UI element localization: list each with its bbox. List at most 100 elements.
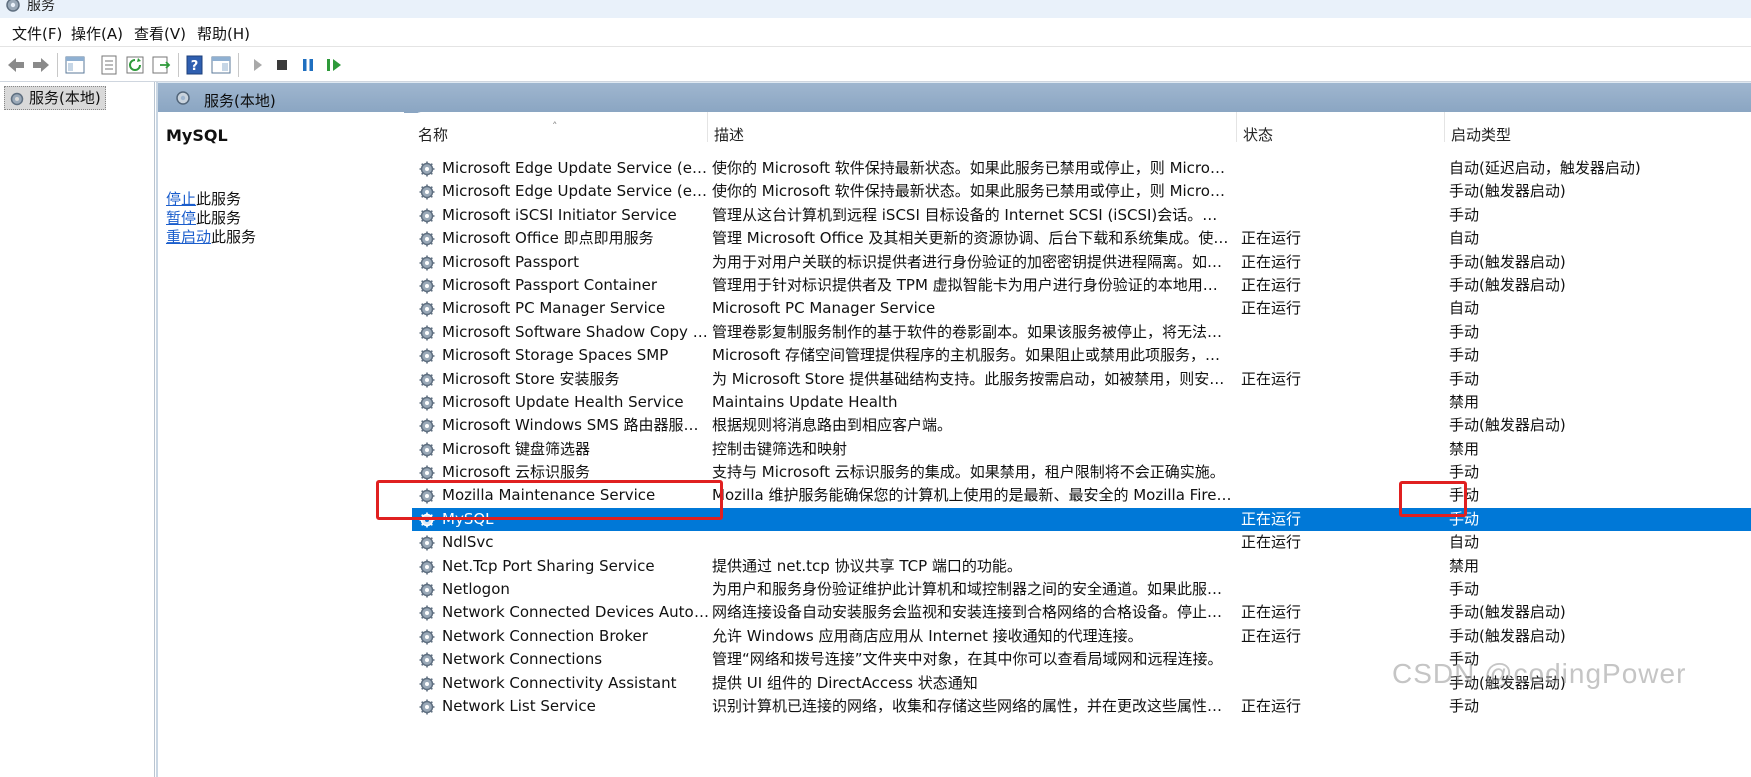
tree-item-label: 服务(本地) xyxy=(29,89,101,107)
service-description: 管理卷影复制服务制作的基于软件的卷影副本。如果该服务被停止，将无法管理基于... xyxy=(712,322,1232,341)
service-row[interactable]: Microsoft Store 安装服务 为 Microsoft Store 提供… xyxy=(412,368,1751,391)
service-row[interactable]: Microsoft Edge Update Service (edgeupdat… xyxy=(412,157,1751,180)
service-gear-icon xyxy=(419,559,435,575)
service-row[interactable]: Microsoft 云标识服务 支持与 Microsoft 云标识服务的集成。如果… xyxy=(412,461,1751,484)
toolbar: ? xyxy=(0,47,1751,82)
help-icon[interactable]: ? xyxy=(184,54,206,76)
properties-icon[interactable] xyxy=(98,54,120,76)
service-startup-type: 手动 xyxy=(1449,205,1480,224)
console-icon[interactable] xyxy=(210,54,232,76)
extended-description-panel: MySQL 停止此服务 暂停此服务 重启动此服务 xyxy=(158,112,404,777)
service-row[interactable]: Microsoft Passport 为用于对用户关联的标识提供者进行身份验证的加… xyxy=(412,251,1751,274)
service-row[interactable]: Network Connections 管理“网络和拨号连接”文件夹中对象，在其中… xyxy=(412,648,1751,671)
action-suffix: 此服务 xyxy=(196,190,242,208)
service-row[interactable]: NdlSvc 正在运行 自动 xyxy=(412,531,1751,554)
service-description: 为 Microsoft Store 提供基础结构支持。此服务按需启动，如被禁用，… xyxy=(712,369,1232,388)
service-gear-icon xyxy=(419,208,435,224)
show-hide-tree-icon[interactable] xyxy=(64,54,86,76)
column-header-startup-label: 启动类型 xyxy=(1451,126,1512,144)
service-row[interactable]: Microsoft Edge Update Service (edgeupdat… xyxy=(412,180,1751,203)
pause-service-link[interactable]: 暂停 xyxy=(166,209,196,227)
service-gear-icon xyxy=(419,488,435,504)
service-description: Maintains Update Health xyxy=(712,392,898,411)
service-status: 正在运行 xyxy=(1241,229,1302,248)
service-row[interactable]: Microsoft Storage Spaces SMP Microsoft 存储… xyxy=(412,344,1751,367)
service-row[interactable]: Mozilla Maintenance Service Mozilla 维护服务能… xyxy=(412,484,1751,507)
menu-action[interactable]: 操作(A) xyxy=(71,23,123,44)
menu-file[interactable]: 文件(F) xyxy=(12,23,62,44)
pane-header-title: 服务(本地) xyxy=(204,92,276,110)
service-gear-icon xyxy=(419,418,435,434)
service-startup-type: 手动(触发器启动) xyxy=(1449,252,1566,271)
service-description: 为用于对用户关联的标识提供者进行身份验证的加密密钥提供进程隔离。如果禁用了... xyxy=(712,252,1232,271)
service-rows: Microsoft Edge Update Service (edgeupdat… xyxy=(412,157,1751,718)
service-row[interactable]: Network List Service 识别计算机已连接的网络，收集和存储这些网… xyxy=(412,695,1751,718)
forward-icon[interactable] xyxy=(30,54,52,76)
refresh-icon[interactable] xyxy=(124,54,146,76)
service-status: 正在运行 xyxy=(1241,696,1302,715)
service-name: Microsoft Storage Spaces SMP xyxy=(442,346,669,365)
service-name: Microsoft Software Shadow Copy Provider xyxy=(442,322,712,341)
start-service-icon[interactable] xyxy=(246,54,268,76)
service-name: Microsoft Update Health Service xyxy=(442,392,684,411)
service-row[interactable]: MySQL 正在运行 手动 xyxy=(412,507,1751,532)
export-icon[interactable] xyxy=(150,54,172,76)
service-description: 使你的 Microsoft 软件保持最新状态。如果此服务已禁用或停止，则 Mic… xyxy=(712,159,1232,177)
service-description: Mozilla 维护服务能确保您的计算机上使用的是最新、最安全的 Mozilla… xyxy=(712,486,1232,505)
service-row[interactable]: Microsoft Passport Container 管理用于针对标识提供者及… xyxy=(412,274,1751,297)
service-row[interactable]: Microsoft Software Shadow Copy Provider管… xyxy=(412,321,1751,344)
service-name: Microsoft 键盘筛选器 xyxy=(442,439,591,458)
service-row[interactable]: Network Connected Devices Auto-Setup网络连接… xyxy=(412,601,1751,624)
service-status: 正在运行 xyxy=(1241,369,1302,388)
column-header-name[interactable]: ˄ 名称 xyxy=(412,112,708,144)
menu-view[interactable]: 查看(V) xyxy=(134,23,186,44)
service-startup-type: 自动(延迟启动，触发器启动) xyxy=(1449,159,1641,177)
column-header-status[interactable]: 状态 xyxy=(1237,112,1445,144)
service-status: 正在运行 xyxy=(1241,626,1302,645)
menu-help[interactable]: 帮助(H) xyxy=(197,23,250,44)
service-gear-icon xyxy=(419,676,435,692)
service-name: Microsoft iSCSI Initiator Service xyxy=(442,205,677,224)
service-row[interactable]: Network Connection Broker 允许 Windows 应用商店… xyxy=(412,625,1751,648)
service-row[interactable]: Net.Tcp Port Sharing Service 提供通过 net.tcp… xyxy=(412,555,1751,578)
service-row[interactable]: Network Connectivity Assistant 提供 UI 组件的 … xyxy=(412,672,1751,695)
selected-service-name: MySQL xyxy=(166,126,228,145)
service-name: NdlSvc xyxy=(442,533,494,552)
service-row[interactable]: Microsoft Update Health Service Maintains… xyxy=(412,391,1751,414)
service-name: Network Connectivity Assistant xyxy=(442,673,677,692)
service-name: Microsoft Passport Container xyxy=(442,275,658,294)
column-header-startup-type[interactable]: 启动类型 xyxy=(1445,112,1751,144)
service-status: 正在运行 xyxy=(1241,275,1302,294)
action-suffix: 此服务 xyxy=(196,209,242,227)
service-row[interactable]: Microsoft Office 即点即用服务 管理 Microsoft Offi… xyxy=(412,227,1751,250)
service-row[interactable]: Microsoft 键盘筛选器 控制击键筛选和映射 禁用 xyxy=(412,438,1751,461)
stop-service-link[interactable]: 停止 xyxy=(166,190,196,208)
service-row[interactable]: Microsoft PC Manager Service Microsoft PC… xyxy=(412,297,1751,320)
tree-item-services-local[interactable]: 服务(本地) xyxy=(4,86,106,110)
service-description: 管理“网络和拨号连接”文件夹中对象，在其中你可以查看局域网和远程连接。 xyxy=(712,650,1223,669)
action-suffix: 此服务 xyxy=(211,228,257,246)
service-row[interactable]: Netlogon 为用户和服务身份验证维护此计算机和域控制器之间的安全通道。如果此… xyxy=(412,578,1751,601)
service-status: 正在运行 xyxy=(1241,252,1302,271)
service-startup-type: 手动(触发器启动) xyxy=(1449,603,1566,622)
service-row[interactable]: Microsoft iSCSI Initiator Service 管理从这台计算… xyxy=(412,204,1751,227)
service-description: 识别计算机已连接的网络，收集和存储这些网络的属性，并在更改这些属性时通知应... xyxy=(712,696,1232,715)
service-startup-type: 手动 xyxy=(1449,509,1480,528)
pause-service-icon[interactable] xyxy=(297,54,319,76)
service-description: 根据规则将消息路由到相应客户端。 xyxy=(712,416,953,435)
restart-service-link[interactable]: 重启动 xyxy=(166,228,211,246)
service-gear-icon xyxy=(419,255,435,271)
resume-service-icon[interactable] xyxy=(323,54,345,76)
column-header-description-label: 描述 xyxy=(714,126,745,144)
service-description: 允许 Windows 应用商店应用从 Internet 接收通知的代理连接。 xyxy=(712,626,1143,645)
service-gear-icon xyxy=(419,535,435,551)
stop-service-icon[interactable] xyxy=(271,54,293,76)
services-app-icon xyxy=(4,0,22,18)
service-name: Microsoft 云标识服务 xyxy=(442,463,591,482)
service-startup-type: 自动 xyxy=(1449,229,1480,248)
service-name: Network Connection Broker xyxy=(442,626,648,645)
column-header-description[interactable]: 描述 xyxy=(708,112,1237,144)
service-row[interactable]: Microsoft Windows SMS 路由器服务。 根据规则将消息路由到相应… xyxy=(412,414,1751,437)
service-startup-type: 手动(触发器启动) xyxy=(1449,182,1566,201)
back-icon[interactable] xyxy=(5,54,27,76)
